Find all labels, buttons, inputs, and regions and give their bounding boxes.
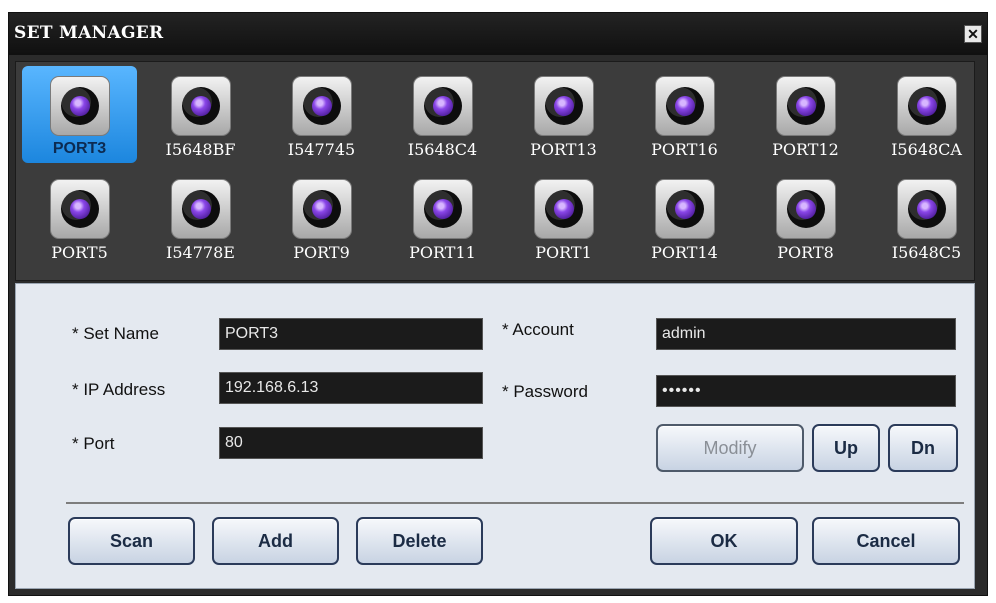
device-label: I5648C5 [891,243,962,262]
device-label: PORT14 [651,243,718,262]
device-label: PORT3 [52,140,107,157]
camera-icon [896,76,957,136]
device-tile[interactable]: PORT5 [20,169,139,272]
camera-icon [170,76,231,136]
device-list: PORT3 I5648BF I547745 I5648C4 PORT13 PORT16 PO… [15,61,975,281]
camera-icon [654,179,715,239]
device-label: I547745 [287,140,356,159]
dn-button[interactable]: Dn [888,424,958,472]
camera-icon [533,76,594,136]
device-tile[interactable]: I5648BF [141,66,260,169]
camera-icon [533,179,594,239]
set-name-field[interactable]: PORT3 [219,318,483,350]
port-field[interactable]: 80 [219,427,483,459]
add-button[interactable]: Add [212,517,339,565]
ip-address-field[interactable]: 192.168.6.13 [219,372,483,404]
device-tile[interactable]: PORT14 [625,169,744,272]
up-button[interactable]: Up [812,424,880,472]
camera-icon [654,76,715,136]
camera-icon [775,179,836,239]
device-tile[interactable]: PORT3 [22,66,137,163]
device-label: PORT5 [51,243,108,262]
close-icon[interactable]: ✕ [964,25,982,43]
device-tile[interactable]: PORT13 [504,66,623,169]
device-tile[interactable]: I5648CA [867,66,986,169]
device-tile[interactable]: I547745 [262,66,381,169]
camera-icon [775,76,836,136]
device-label: PORT13 [530,140,597,159]
camera-icon [412,76,473,136]
modify-button[interactable]: Modify [656,424,804,472]
account-field[interactable]: admin [656,318,956,350]
device-label: PORT8 [777,243,834,262]
device-label: PORT16 [651,140,718,159]
device-tile[interactable]: I54778E [141,169,260,272]
device-tile[interactable]: PORT16 [625,66,744,169]
device-label: I5648C4 [407,140,478,159]
settings-form: * Set Name PORT3 * IP Address 192.168.6.… [15,283,975,589]
ip-address-label: * IP Address [72,380,166,399]
divider [66,502,964,504]
password-label: * Password [502,382,588,401]
device-label: PORT1 [535,243,592,262]
ok-button[interactable]: OK [650,517,798,565]
camera-icon [412,179,473,239]
device-tile[interactable]: PORT12 [746,66,865,169]
device-tile[interactable]: I5648C4 [383,66,502,169]
device-label: PORT11 [409,243,476,262]
device-tile[interactable]: PORT1 [504,169,623,272]
account-label: * Account [502,320,574,339]
device-label: PORT9 [293,243,350,262]
device-label: I5648BF [165,140,236,159]
device-grid: PORT3 I5648BF I547745 I5648C4 PORT13 PORT16 PO… [20,66,986,272]
cancel-button[interactable]: Cancel [812,517,960,565]
device-tile[interactable]: PORT9 [262,169,381,272]
port-label: * Port [72,434,115,453]
device-label: I5648CA [891,140,962,159]
camera-icon [291,76,352,136]
delete-button[interactable]: Delete [356,517,483,565]
camera-icon [49,179,110,239]
set-manager-window: SET MANAGER ✕ PORT3 I5648BF I547745 I5648C4… [8,12,988,596]
camera-icon [49,76,110,136]
device-tile[interactable]: PORT11 [383,169,502,272]
camera-icon [896,179,957,239]
password-field[interactable]: •••••• [656,375,956,407]
device-label: I54778E [166,243,235,262]
camera-icon [170,179,231,239]
device-tile[interactable]: I5648C5 [867,169,986,272]
set-name-label: * Set Name [72,324,159,343]
device-tile[interactable]: PORT8 [746,169,865,272]
title-bar: SET MANAGER ✕ [9,13,987,55]
device-label: PORT12 [772,140,839,159]
scan-button[interactable]: Scan [68,517,195,565]
camera-icon [291,179,352,239]
window-title: SET MANAGER [14,23,164,43]
